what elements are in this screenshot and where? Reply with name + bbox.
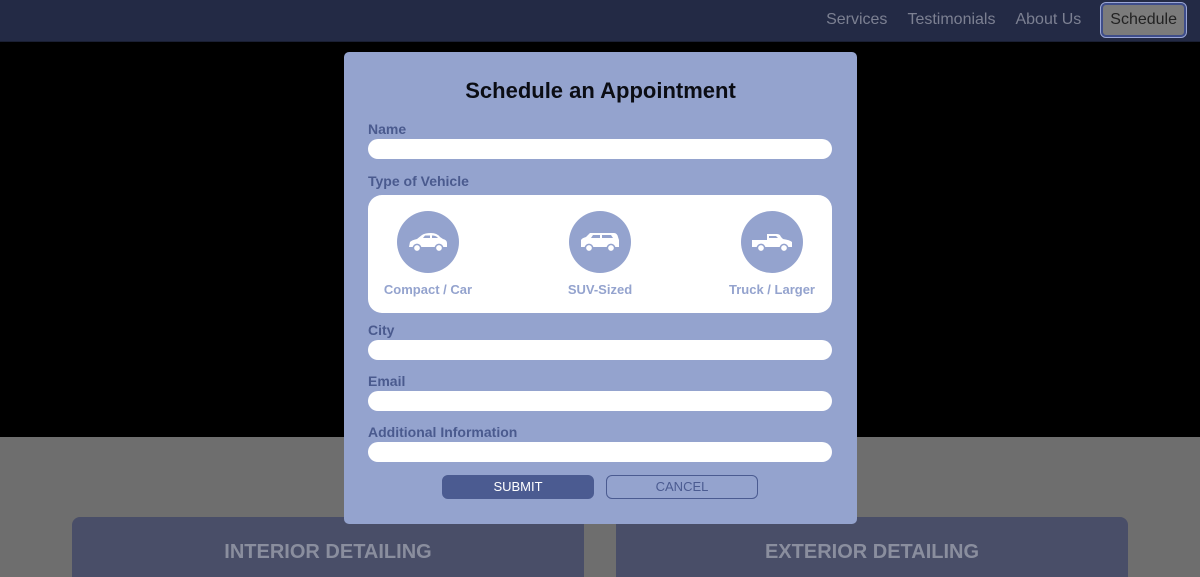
- additional-info-input[interactable]: [368, 442, 832, 462]
- name-label: Name: [368, 121, 407, 137]
- vehicle-label-truck: Truck / Larger: [729, 282, 815, 297]
- nav-link-about-us[interactable]: About Us: [1015, 11, 1081, 29]
- vehicle-option-compact[interactable]: Compact / Car: [368, 211, 488, 297]
- cancel-button[interactable]: CANCEL: [606, 475, 758, 499]
- suv-icon: [569, 211, 631, 273]
- nav-schedule-button[interactable]: Schedule: [1100, 2, 1187, 38]
- additional-info-label: Additional Information: [368, 424, 518, 440]
- name-input[interactable]: [368, 139, 832, 159]
- vehicle-option-suv[interactable]: SUV-Sized: [540, 211, 660, 297]
- city-input[interactable]: [368, 340, 832, 360]
- email-input[interactable]: [368, 391, 832, 411]
- city-label: City: [368, 322, 395, 338]
- vehicle-label-compact: Compact / Car: [383, 282, 473, 297]
- vehicle-type-selector: Compact / Car SUV-Sized Truck / Larger: [368, 195, 832, 313]
- modal-title: Schedule an Appointment: [465, 78, 736, 103]
- email-label: Email: [368, 373, 406, 389]
- schedule-modal: Schedule an Appointment Name Type of Veh…: [344, 52, 857, 524]
- service-card-interior[interactable]: INTERIOR DETAILING: [72, 517, 584, 577]
- vehicle-option-truck[interactable]: Truck / Larger: [712, 211, 832, 297]
- service-title-exterior: EXTERIOR DETAILING: [764, 541, 980, 563]
- vehicle-type-label: Type of Vehicle: [368, 173, 469, 189]
- navbar: Services Testimonials About Us Schedule: [0, 0, 1200, 42]
- submit-button[interactable]: SUBMIT: [442, 475, 594, 499]
- vehicle-label-suv: SUV-Sized: [567, 282, 633, 297]
- nav-link-testimonials[interactable]: Testimonials: [907, 11, 995, 29]
- service-card-exterior[interactable]: EXTERIOR DETAILING: [616, 517, 1128, 577]
- truck-icon: [741, 211, 803, 273]
- service-title-interior: INTERIOR DETAILING: [224, 541, 432, 563]
- nav-links: Services Testimonials About Us Schedule: [826, 2, 1187, 38]
- car-icon: [397, 211, 459, 273]
- nav-link-services[interactable]: Services: [826, 11, 887, 29]
